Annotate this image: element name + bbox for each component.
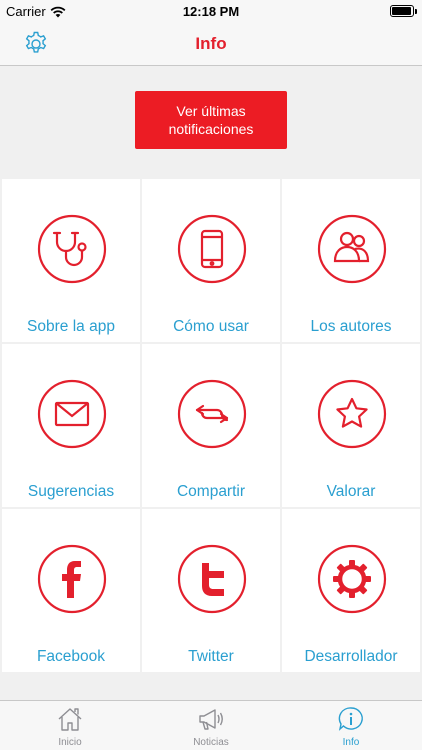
people-icon	[317, 214, 387, 284]
status-time: 12:18 PM	[182, 4, 240, 19]
grid-item-label: Sobre la app	[27, 318, 115, 335]
grid-item-label: Desarrollador	[304, 648, 398, 665]
status-bar: Carrier 12:18 PM	[0, 0, 422, 22]
page-title: Info	[195, 34, 227, 53]
tab-inicio[interactable]: Inicio	[0, 701, 140, 750]
grid-item-how-to-use[interactable]: Cómo usar	[142, 179, 280, 342]
grid-item-label: Compartir	[176, 483, 246, 500]
tab-label: Noticias	[193, 737, 229, 748]
grid-item-label: Valorar	[326, 483, 376, 500]
grid-item-label: Facebook	[36, 648, 106, 665]
grid-item-label: Cómo usar	[173, 318, 249, 335]
tab-info[interactable]: Info	[281, 701, 421, 750]
home-icon	[58, 708, 82, 731]
star-icon	[317, 379, 387, 449]
grid-item-rate[interactable]: Valorar	[282, 344, 420, 507]
grid-item-label: Sugerencias	[27, 483, 115, 500]
twitter-icon	[177, 544, 247, 614]
grid-item-share[interactable]: Compartir	[142, 344, 280, 507]
view-notifications-label: Ver últimas notificaciones	[168, 103, 254, 137]
arrows-exchange-icon	[177, 379, 247, 449]
tab-label: Info	[342, 737, 360, 748]
grid-item-developer[interactable]: Desarrollador	[282, 509, 420, 672]
phone-icon	[177, 214, 247, 284]
grid-item-twitter[interactable]: Twitter	[142, 509, 280, 672]
envelope-icon	[37, 379, 107, 449]
grid-item-facebook[interactable]: Facebook	[2, 509, 140, 672]
facebook-icon	[37, 544, 107, 614]
tab-bar: Inicio Noticias Info	[0, 700, 422, 750]
megaphone-icon	[199, 709, 223, 730]
grid-item-about[interactable]: Sobre la app	[2, 179, 140, 342]
info-icon	[338, 707, 363, 731]
grid-item-authors[interactable]: Los autores	[282, 179, 420, 342]
grid-item-suggestions[interactable]: Sugerencias	[2, 344, 140, 507]
stethoscope-icon	[37, 214, 107, 284]
battery-icon	[390, 5, 417, 17]
cog-icon	[317, 544, 387, 614]
view-notifications-button[interactable]: Ver últimas notificaciones	[135, 91, 287, 149]
tab-label: Inicio	[58, 737, 82, 748]
grid-item-label: Twitter	[188, 648, 234, 665]
grid-item-label: Los autores	[310, 318, 392, 335]
info-menu-grid: Sobre la app Cómo usar Los autores Suger…	[2, 179, 420, 672]
navigation-bar: Info	[0, 22, 422, 66]
tab-noticias[interactable]: Noticias	[141, 701, 281, 750]
